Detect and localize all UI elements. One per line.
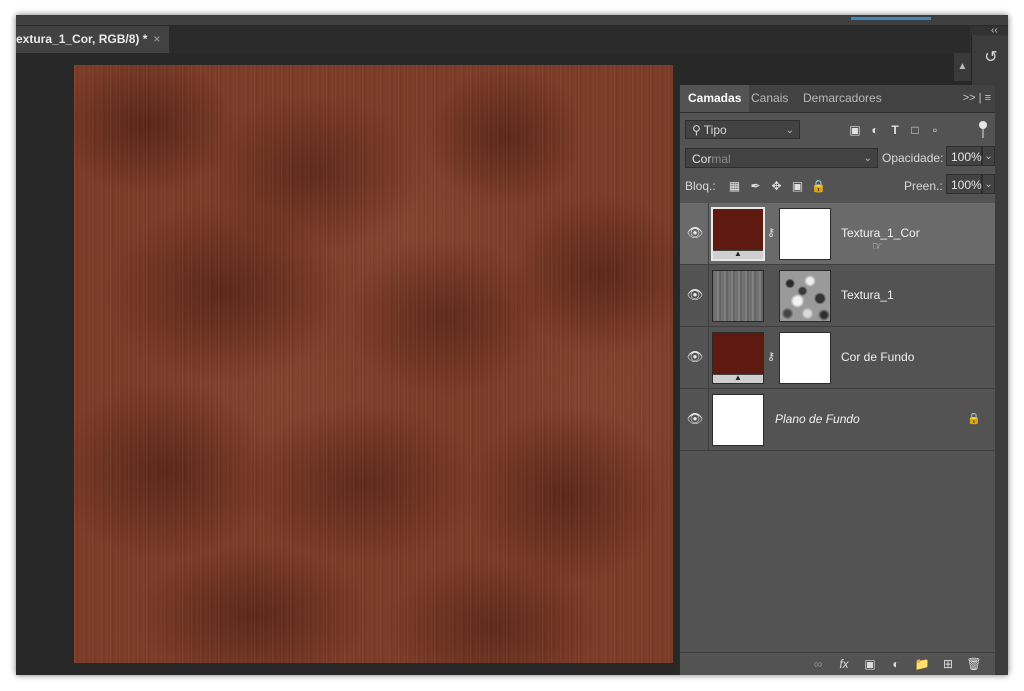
filter-row: ⚲ Tipo ⌄ ▣ ◐ T □ ▫ — [680, 118, 995, 142]
lock-row: Bloq.: ▦ ✒ ✥ ▣ 🔒 Preen.: 100% ⌄ — [680, 174, 995, 198]
link-icon[interactable]: ⚷ — [766, 225, 776, 241]
smart-object-filter-icon[interactable]: ▫ — [925, 121, 945, 139]
eye-icon[interactable]: 👁 — [686, 286, 704, 304]
layer-row-textura-1[interactable]: 👁 Textura_1 — [680, 265, 995, 327]
link-layers-icon[interactable]: ∞ — [805, 655, 831, 673]
fx-icon[interactable]: fx — [831, 655, 857, 673]
adjustment-layer-icon[interactable]: ◐ — [883, 655, 909, 673]
photoshop-window: extura_1_Cor, RGB/8) * × ‹‹ ▲ ↺ Camadas C… — [16, 15, 1008, 675]
eye-icon[interactable]: 👁 — [686, 348, 704, 366]
layer-thumbnail[interactable]: ▲ — [711, 207, 765, 261]
opacity-label: Opacidade: — [882, 151, 944, 165]
link-icon[interactable]: ⚷ — [766, 349, 776, 365]
panel-menu-icon[interactable]: >> | ≡ — [963, 85, 991, 112]
eye-icon[interactable]: 👁 — [686, 410, 704, 428]
layer-row-cor-de-fundo[interactable]: 👁 ▲ ⚷ Cor de Fundo — [680, 327, 995, 389]
layer-thumbnail[interactable] — [712, 394, 764, 446]
history-brush-icon[interactable]: ↺ — [980, 47, 1002, 69]
document-tab-title: extura_1_Cor, RGB/8) * — [16, 32, 148, 46]
layer-divider — [708, 389, 709, 450]
layer-thumbnail[interactable]: ▲ — [712, 332, 764, 384]
triangle-icon: ▲ — [734, 373, 742, 382]
layers-panel: Camadas Canais Demarcadores >> | ≡ ⚲ Tipo… — [679, 85, 995, 675]
fill-chevron-icon[interactable]: ⌄ — [982, 174, 995, 194]
hand-cursor-icon: ☞ — [872, 239, 883, 253]
document-tab-bar: extura_1_Cor, RGB/8) * × — [16, 26, 970, 53]
search-icon: ⚲ — [692, 123, 701, 137]
opacity-chevron-icon[interactable]: ⌄ — [982, 146, 995, 166]
opacity-input[interactable]: 100% — [946, 146, 982, 166]
document-tab[interactable]: extura_1_Cor, RGB/8) * × — [16, 26, 169, 53]
layer-filter-select[interactable]: ⚲ Tipo ⌄ — [685, 120, 800, 139]
panel-tabs: Camadas Canais Demarcadores >> | ≡ — [680, 85, 995, 113]
document-canvas[interactable] — [74, 65, 673, 663]
layer-mask-thumbnail[interactable] — [779, 332, 831, 384]
triangle-icon: ▲ — [734, 249, 742, 258]
lock-icons: ▦ ✒ ✥ ▣ 🔒 — [724, 176, 829, 196]
layer-mask-thumbnail[interactable] — [779, 270, 831, 322]
progress-indicator — [851, 17, 931, 20]
filter-toggle-icon[interactable] — [979, 121, 987, 129]
eye-icon[interactable]: 👁 — [686, 224, 704, 242]
chevron-down-icon: ⌄ — [863, 153, 872, 164]
trash-icon[interactable]: 🗑 — [961, 655, 987, 673]
scroll-up-icon[interactable]: ▲ — [954, 53, 971, 81]
layer-divider — [708, 327, 709, 388]
layer-name[interactable]: Textura_1 — [841, 265, 894, 326]
lock-position-icon[interactable]: ✥ — [766, 176, 787, 196]
fill-layer-bar: ▲ — [713, 249, 763, 259]
close-tab-icon[interactable]: × — [153, 32, 160, 46]
add-mask-icon[interactable]: ▣ — [857, 655, 883, 673]
blend-mode-select[interactable]: Cormal ⌄ — [685, 148, 878, 168]
layer-name[interactable]: Cor de Fundo — [841, 327, 914, 388]
tab-paths[interactable]: Demarcadores — [795, 85, 890, 112]
fill-input[interactable]: 100% — [946, 174, 982, 194]
lock-label: Bloq.: — [685, 179, 716, 193]
layer-name[interactable]: Textura_1_Cor — [841, 203, 920, 264]
pixel-filter-icon[interactable]: ▣ — [845, 121, 865, 139]
lock-all-icon[interactable]: 🔒 — [808, 176, 829, 196]
new-layer-icon[interactable]: ⊞ — [935, 655, 961, 673]
chevron-down-icon: ⌄ — [785, 125, 794, 136]
shape-filter-icon[interactable]: □ — [905, 121, 925, 139]
type-filter-icon[interactable]: T — [885, 121, 905, 139]
layer-mask-thumbnail[interactable] — [779, 208, 831, 260]
fill-layer-bar: ▲ — [713, 373, 763, 383]
layers-bottom-bar: ∞ fx ▣ ◐ 📁 ⊞ 🗑 — [680, 652, 995, 675]
filter-value: Tipo — [703, 123, 727, 137]
filter-icons: ▣ ◐ T □ ▫ — [845, 121, 945, 139]
layer-actions: ∞ fx ▣ ◐ 📁 ⊞ 🗑 — [805, 655, 987, 673]
layer-divider — [708, 203, 709, 264]
tab-layers[interactable]: Camadas — [680, 85, 750, 112]
lock-icon[interactable]: 🔒 — [967, 410, 981, 428]
blend-mode-suggestion: mal — [711, 152, 731, 166]
layer-thumbnail[interactable] — [712, 270, 764, 322]
lock-artboard-icon[interactable]: ▣ — [787, 176, 808, 196]
lock-transparency-icon[interactable]: ▦ — [724, 176, 745, 196]
fill-label: Preen.: — [904, 179, 943, 193]
lock-pixels-icon[interactable]: ✒ — [745, 176, 766, 196]
adjustment-filter-icon[interactable]: ◐ — [865, 121, 885, 139]
layer-divider — [708, 265, 709, 326]
blend-row: Cormal ⌄ Opacidade: 100% ⌄ — [680, 146, 995, 170]
layer-row-plano-de-fundo[interactable]: 👁 Plano de Fundo 🔒 — [680, 389, 995, 451]
blend-mode-typed: Cor — [692, 152, 712, 166]
folder-icon[interactable]: 📁 — [909, 655, 935, 673]
layer-row-textura-1-cor[interactable]: 👁 ▲ ⚷ Textura_1_Cor ☞ — [680, 203, 995, 265]
filter-toggle-stem — [982, 129, 984, 138]
tab-channels[interactable]: Canais — [743, 85, 796, 112]
options-bar — [16, 15, 1008, 26]
layer-name[interactable]: Plano de Fundo — [775, 389, 860, 450]
